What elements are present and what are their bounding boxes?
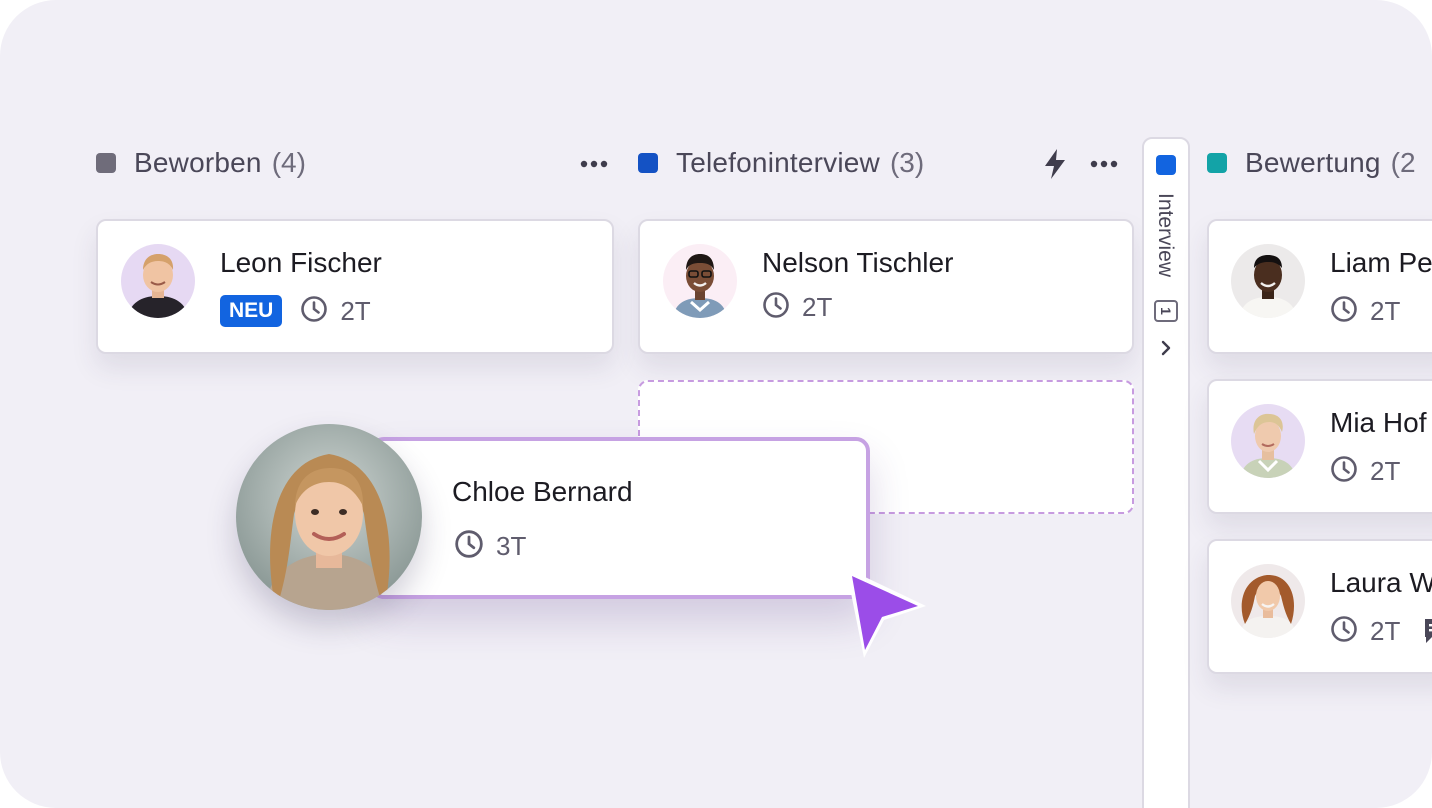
column-color-swatch xyxy=(638,153,658,173)
candidate-card[interactable]: Laura W 2T xyxy=(1207,539,1432,674)
card-meta: 2T xyxy=(1330,614,1400,648)
column-color-swatch xyxy=(96,153,116,173)
clock-icon xyxy=(1330,295,1358,328)
days-in-stage: 3T xyxy=(496,530,527,561)
clock-icon xyxy=(300,295,328,328)
card-meta: 3T xyxy=(454,529,526,563)
card-meta: 2T xyxy=(1330,294,1400,328)
column-title: Beworben xyxy=(134,147,262,178)
column-header-beworben: Beworben (4) xyxy=(96,143,306,183)
days-in-stage: 2T xyxy=(802,291,833,322)
days-in-stage: 2T xyxy=(1370,295,1401,326)
candidate-name: Laura W xyxy=(1330,567,1432,598)
candidate-name: Liam Pe xyxy=(1330,247,1432,278)
avatar xyxy=(1231,404,1305,478)
candidate-name: Mia Hof xyxy=(1330,407,1427,438)
more-horizontal-icon[interactable] xyxy=(1088,150,1120,178)
chevron-right-icon[interactable] xyxy=(1154,336,1178,360)
days-in-stage: 2T xyxy=(1370,455,1401,486)
candidate-name: Leon Fischer xyxy=(220,247,382,278)
column-color-swatch xyxy=(1207,153,1227,173)
column-title: Telefoninterview xyxy=(676,147,880,178)
clock-icon xyxy=(454,529,484,564)
dragged-candidate-card[interactable]: Chloe Bernard 3T xyxy=(370,437,870,599)
avatar xyxy=(1231,564,1305,638)
card-meta: 2T xyxy=(762,290,832,324)
column-count: (3) xyxy=(889,147,925,178)
pointer-arrow-icon xyxy=(840,562,932,666)
avatar xyxy=(663,244,737,318)
clock-icon xyxy=(1330,615,1358,648)
candidate-card[interactable]: Nelson Tischler 2T xyxy=(638,219,1134,354)
candidate-card[interactable]: Mia Hof 2T xyxy=(1207,379,1432,514)
clock-icon xyxy=(1330,455,1358,488)
column-title: Bewertung xyxy=(1245,147,1381,178)
days-in-stage: 2T xyxy=(340,295,371,326)
card-meta: NEU 2T xyxy=(220,294,371,328)
new-badge: NEU xyxy=(220,295,283,327)
column-header-telefoninterview: Telefoninterview (3) xyxy=(638,143,924,183)
column-count: (4) xyxy=(271,147,306,178)
column-count: (2 xyxy=(1390,147,1416,178)
lightning-bolt-icon[interactable] xyxy=(1040,146,1070,182)
card-meta: 2T xyxy=(1330,454,1400,488)
collapsed-column-title: Interview xyxy=(1154,193,1177,278)
candidate-card[interactable]: Leon Fischer NEU 2T xyxy=(96,219,614,354)
avatar xyxy=(236,424,422,610)
clock-icon xyxy=(762,291,790,324)
candidate-card[interactable]: Liam Pe 2T xyxy=(1207,219,1432,354)
column-color-swatch xyxy=(1156,155,1176,175)
collapsed-column-count: 1 xyxy=(1154,300,1178,322)
column-header-bewertung: Bewertung (2 xyxy=(1207,143,1416,183)
days-in-stage: 2T xyxy=(1370,615,1401,646)
candidate-name: Nelson Tischler xyxy=(762,247,954,278)
more-horizontal-icon[interactable] xyxy=(578,150,610,178)
comment-icon xyxy=(1423,617,1432,645)
avatar xyxy=(121,244,195,318)
avatar xyxy=(1231,244,1305,318)
candidate-name: Chloe Bernard xyxy=(452,476,633,507)
kanban-board: Beworben (4) Telefoninterview (3) Bewert… xyxy=(0,0,1432,808)
